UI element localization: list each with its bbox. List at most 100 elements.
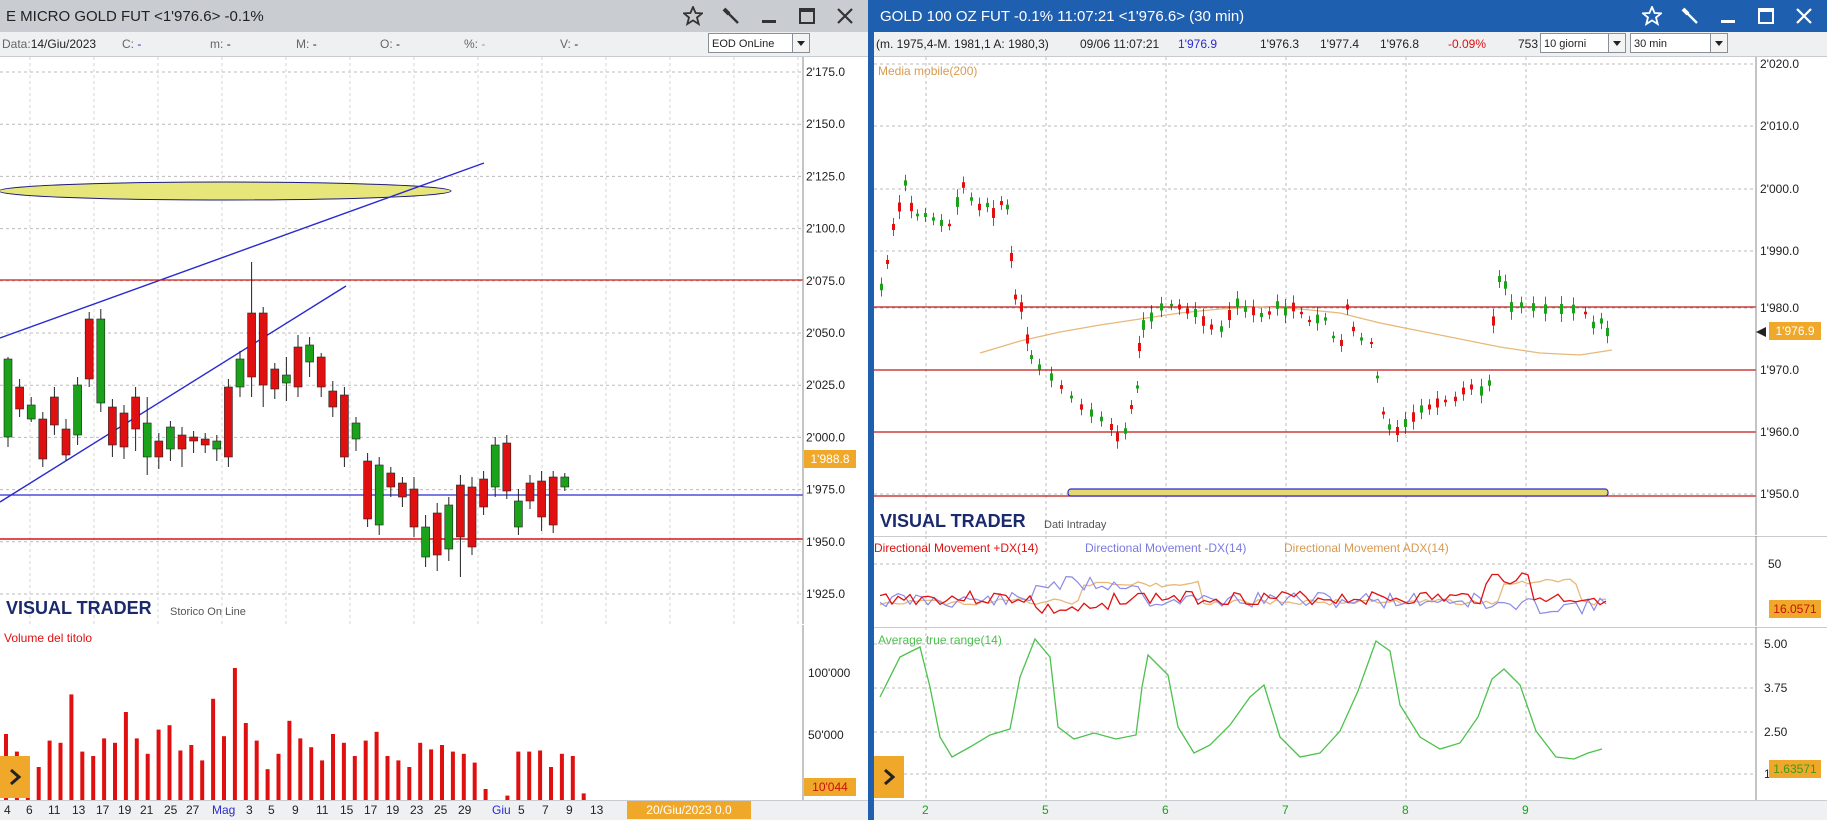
- favorite-star-icon[interactable]: [674, 2, 712, 30]
- candle-body: [1228, 310, 1231, 320]
- draw-tool-icon[interactable]: [712, 2, 750, 30]
- volume-bar: [320, 760, 325, 800]
- maximize-icon[interactable]: [1747, 2, 1785, 30]
- candle-body: [154, 440, 164, 458]
- atr-chart[interactable]: 5.003.752.501.25 Average true range(14): [874, 627, 1827, 800]
- candle-body: [1170, 303, 1173, 307]
- candle-body: [1136, 385, 1139, 389]
- candle-body: [456, 484, 465, 538]
- volume-bar: [581, 793, 586, 800]
- pct-field: %: -: [464, 37, 486, 51]
- support-zone-rect[interactable]: [1067, 488, 1609, 497]
- date-tick-label: 13: [590, 803, 604, 817]
- candle-body: [904, 180, 907, 186]
- price-tick-label: 1'980.0: [1760, 301, 1799, 315]
- candle-body: [1292, 302, 1295, 312]
- candle-body: [200, 438, 210, 446]
- period-value: 10 giorni: [1544, 38, 1587, 50]
- candle-body: [1300, 311, 1303, 315]
- volume-bars: [4, 668, 586, 800]
- candle-body: [26, 404, 36, 420]
- right-price-chart[interactable]: 2'020.0 2'010.0 2'000.0 1'990.0 1'980.0 1'970…: [874, 57, 1827, 535]
- trend-line-lower[interactable]: [0, 285, 347, 503]
- candle-body: [1572, 304, 1575, 314]
- dm-badge: 16.0571: [1769, 600, 1821, 618]
- minimize-icon[interactable]: [750, 2, 788, 30]
- candle-body: [351, 422, 361, 440]
- candle-body: [84, 318, 94, 380]
- favorite-star-icon[interactable]: [1633, 2, 1671, 30]
- candle-body: [316, 356, 326, 388]
- candle-body: [986, 202, 989, 208]
- candle-body: [212, 440, 222, 450]
- price-tick-label: 1'990.0: [1760, 244, 1799, 258]
- volume-bar: [178, 750, 183, 800]
- right-scroll-button[interactable]: [874, 756, 904, 798]
- candle-body: [73, 384, 82, 436]
- date-tick-label: 11: [316, 803, 329, 817]
- highlight-ellipse[interactable]: [0, 181, 452, 201]
- volume-bar: [134, 738, 139, 800]
- candle-body: [1504, 281, 1507, 289]
- eod-mode-select[interactable]: EOD OnLine: [708, 33, 810, 53]
- right-watermark-sub: Dati Intraday: [1044, 519, 1107, 531]
- candle-body: [1332, 335, 1335, 339]
- left-drawings[interactable]: [0, 162, 803, 540]
- candle-body: [1210, 324, 1213, 330]
- candle-body: [1160, 303, 1163, 311]
- dm-minus-label: Directional Movement -DX(14): [1085, 541, 1246, 555]
- atr-badge: 1.63571: [1769, 760, 1821, 778]
- date-tick-label: 21: [140, 803, 154, 817]
- candle-body: [1038, 364, 1041, 370]
- left-chart-window[interactable]: E MICRO GOLD FUT <1'976.6> -0.1% Data:14…: [0, 0, 869, 820]
- left-scroll-button[interactable]: [0, 756, 30, 798]
- left-watermark-sub: Storico On Line: [170, 606, 246, 618]
- candle-body: [898, 202, 901, 212]
- moving-average-line: [979, 306, 1613, 356]
- left-volume-chart[interactable]: 100'000 50'000 Volume del titolo: [0, 625, 868, 800]
- candle-body: [560, 476, 570, 488]
- interval-select[interactable]: 30 min: [1630, 33, 1728, 53]
- candle-body: [1436, 398, 1439, 408]
- right-chart-window[interactable]: GOLD 100 OZ FUT -0.1% 11:07:21 <1'976.6>…: [868, 0, 1827, 820]
- left-volume-badge: 10'044: [804, 778, 856, 796]
- volume-bar: [36, 767, 41, 800]
- volume-bar: [167, 725, 172, 800]
- price-tick-label: 2'000.0: [1760, 182, 1799, 196]
- maximize-icon[interactable]: [788, 2, 826, 30]
- minimize-icon[interactable]: [1709, 2, 1747, 30]
- volume-bar: [352, 756, 357, 800]
- draw-tool-icon[interactable]: [1671, 2, 1709, 30]
- candle-body: [1100, 416, 1103, 422]
- date-tick-label: 17: [364, 803, 378, 817]
- volume-field: 753: [1518, 37, 1539, 51]
- range-field: (m. 1975,4-M. 1981,1 A: 1980,3): [876, 37, 1049, 51]
- left-price-chart[interactable]: 2'175.0 2'150.0 2'125.0 2'100.0 2'075.0 2'050…: [0, 57, 868, 624]
- candle-body: [1360, 337, 1363, 341]
- left-window-title: E MICRO GOLD FUT <1'976.6> -0.1%: [6, 7, 264, 25]
- candle-body: [282, 374, 291, 384]
- volume-bar: [472, 762, 477, 800]
- volume-title: Volume del titolo: [4, 631, 92, 645]
- volume-bar: [156, 729, 161, 800]
- candle-body: [38, 418, 48, 460]
- chevron-down-icon: [1710, 34, 1727, 52]
- period-select[interactable]: 10 giorni: [1540, 33, 1626, 53]
- volume-bar: [396, 760, 401, 800]
- candle-body: [502, 442, 512, 492]
- candle-body: [1492, 316, 1495, 326]
- high-field: 1'977.4: [1320, 37, 1359, 51]
- left-info-bar: Data:14/Giu/2023 C: - m: - M: - O: - %: …: [0, 32, 868, 57]
- close-icon[interactable]: [826, 2, 864, 30]
- left-title-bar[interactable]: E MICRO GOLD FUT <1'976.6> -0.1%: [0, 0, 868, 32]
- volume-bar: [80, 751, 85, 800]
- volume-bar: [429, 749, 434, 800]
- date-cursor-badge: 20/Giu/2023 0.0: [627, 801, 751, 819]
- right-title-bar[interactable]: GOLD 100 OZ FUT -0.1% 11:07:21 <1'976.6>…: [868, 0, 1827, 32]
- directional-movement-chart[interactable]: 50 Directional Movement +DX(14) Directio…: [874, 536, 1827, 626]
- right-levels[interactable]: [874, 306, 1756, 497]
- right-date-axis: 2 5 6 7 8 9: [874, 800, 1827, 820]
- dm-tick-label: 50: [1768, 557, 1782, 571]
- close-icon[interactable]: [1785, 2, 1823, 30]
- price-tick-label: 2'010.0: [1760, 119, 1799, 133]
